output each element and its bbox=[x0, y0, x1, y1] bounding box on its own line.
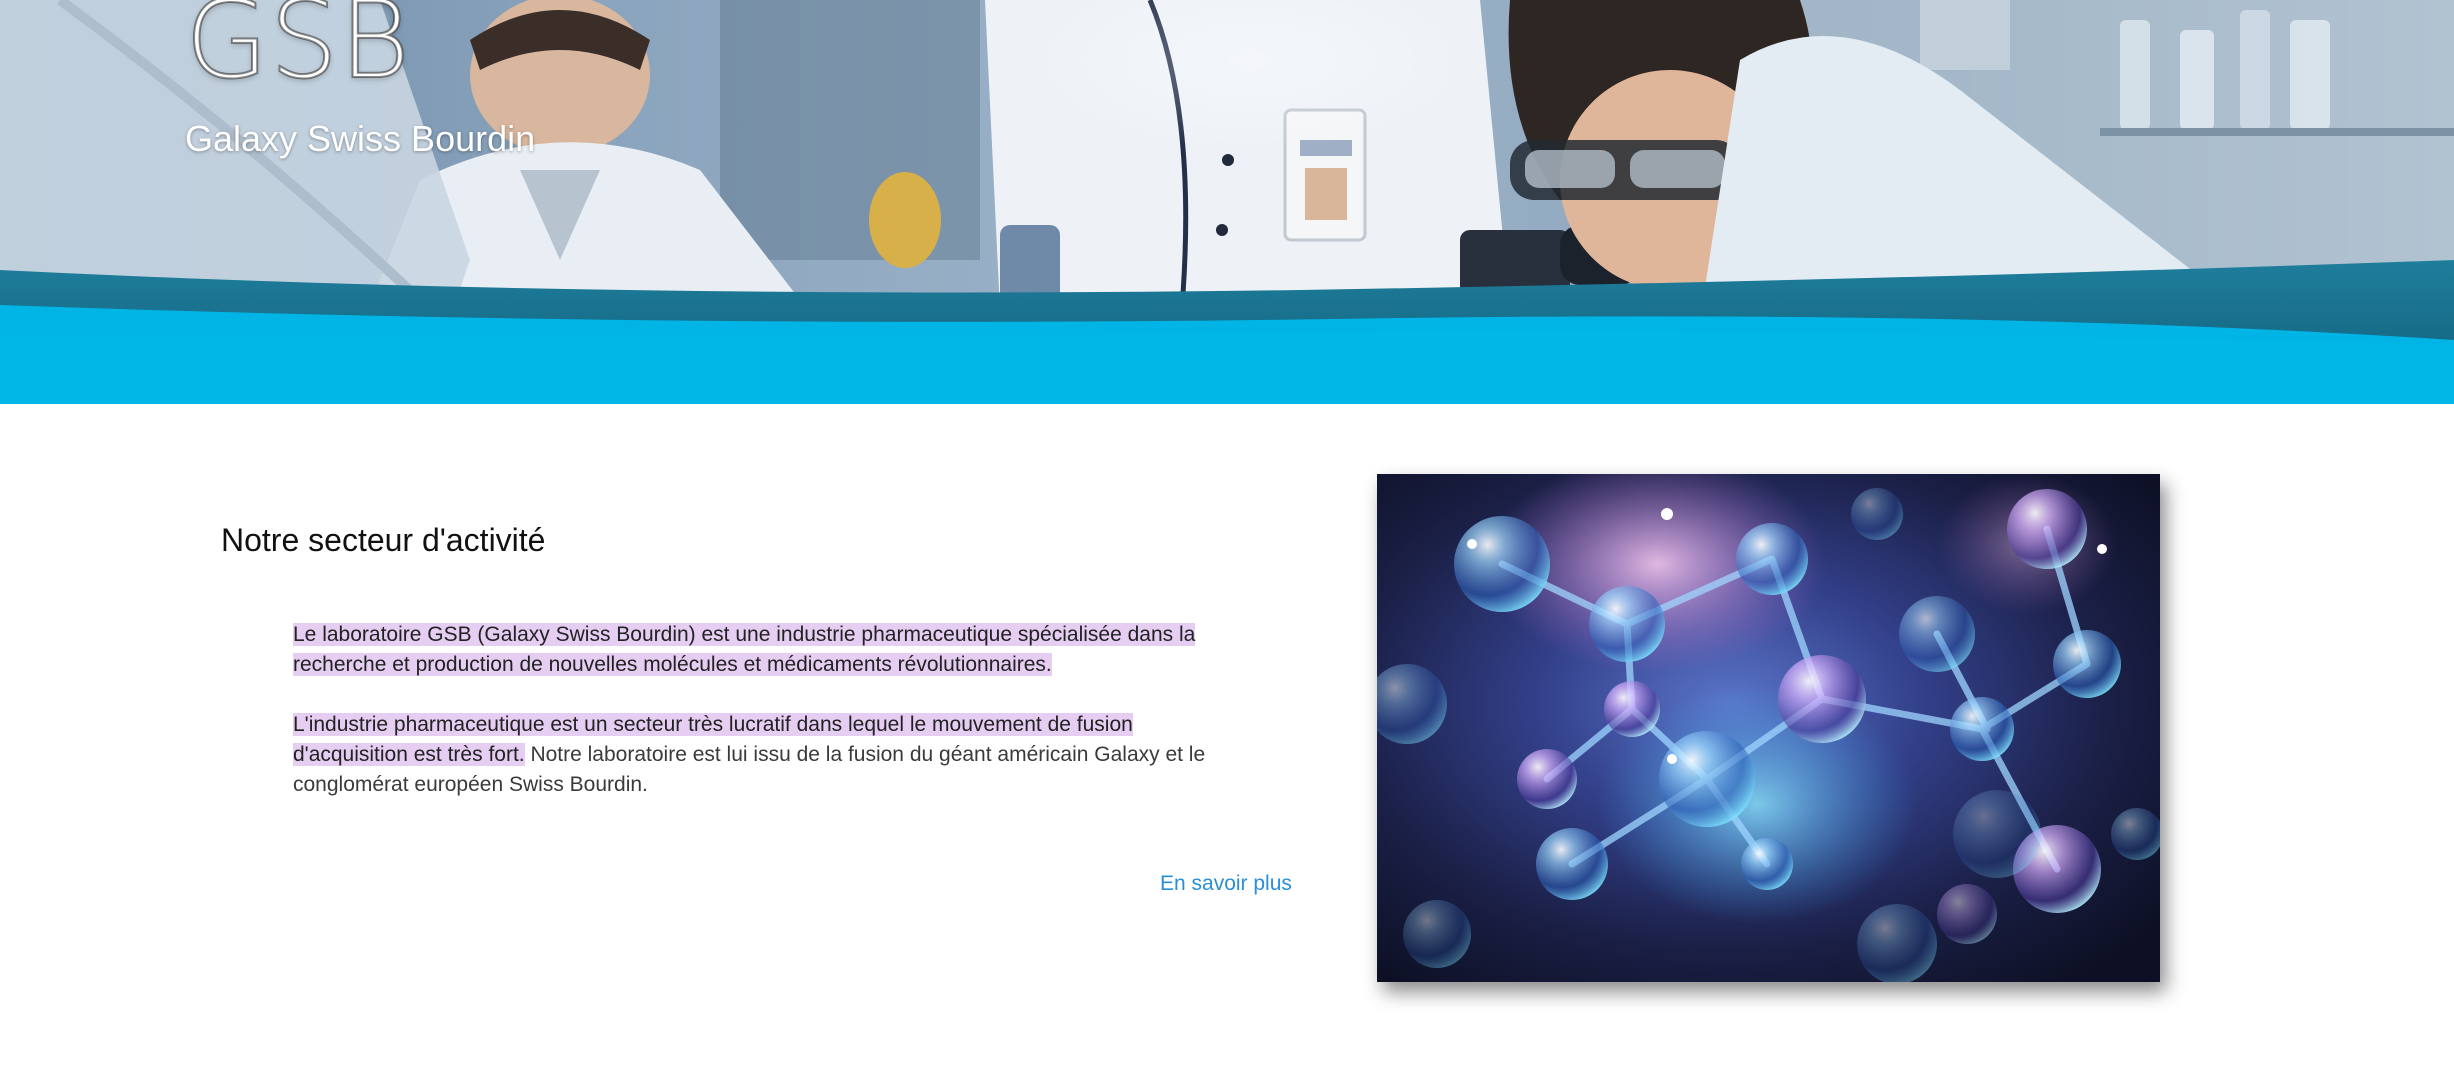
paragraph-2: L'industrie pharmaceutique est un secteu… bbox=[293, 710, 1238, 800]
molecules-illustration bbox=[1377, 474, 2160, 982]
learn-more-link[interactable]: En savoir plus bbox=[1160, 872, 1292, 896]
activity-description: Le laboratoire GSB (Galaxy Swiss Bourdin… bbox=[293, 620, 1238, 830]
site-title: GSB bbox=[184, 0, 411, 104]
hero-banner: GSB Galaxy Swiss Bourdin bbox=[0, 0, 2454, 404]
highlighted-text: Le laboratoire GSB (Galaxy Swiss Bourdin… bbox=[293, 623, 1196, 676]
molecules-image bbox=[1377, 474, 2160, 982]
paragraph-1: Le laboratoire GSB (Galaxy Swiss Bourdin… bbox=[293, 620, 1238, 680]
section-title: Notre secteur d'activité bbox=[221, 522, 546, 558]
site-subtitle: Galaxy Swiss Bourdin bbox=[185, 118, 536, 159]
